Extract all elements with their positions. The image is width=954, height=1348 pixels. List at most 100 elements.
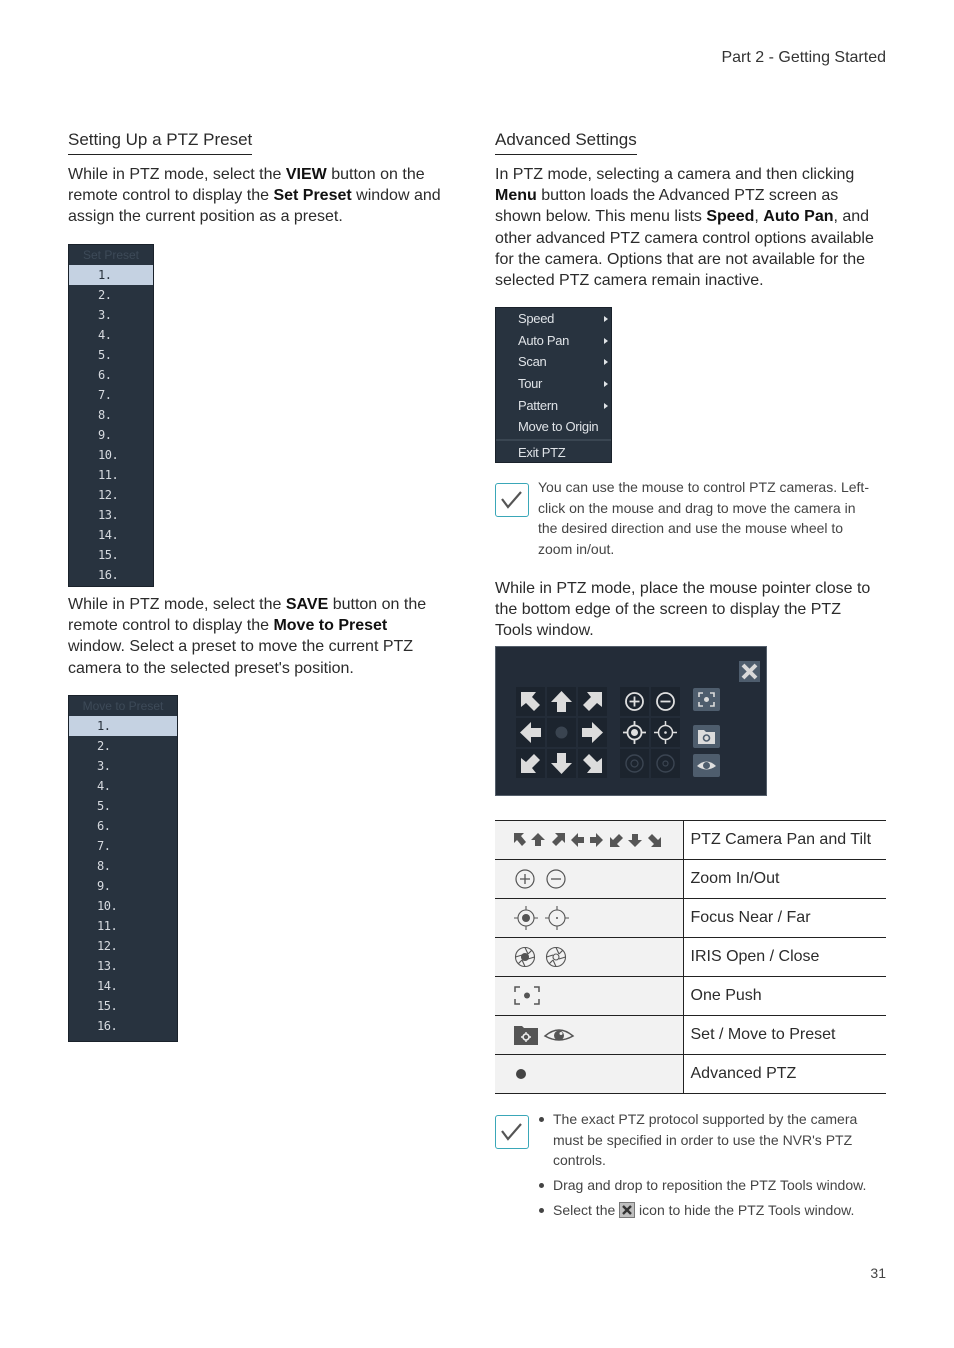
advanced-ptz-dot-icon xyxy=(495,1054,684,1094)
preset-item[interactable]: 7. xyxy=(69,385,153,405)
preset-item[interactable]: 5. xyxy=(69,796,177,816)
table-row: Zoom In/Out xyxy=(495,859,886,899)
legend-label: Zoom In/Out xyxy=(683,859,886,899)
menu-item-speed[interactable]: Speed xyxy=(496,308,611,330)
folder-gear-icon xyxy=(698,730,715,744)
close-icon[interactable] xyxy=(739,661,760,682)
tilt-down-button[interactable] xyxy=(547,749,576,778)
preset-item[interactable]: 3. xyxy=(69,305,153,325)
pan-up-right-button[interactable] xyxy=(578,687,607,716)
pan-left-button[interactable] xyxy=(516,718,545,747)
preset-item[interactable]: 1. xyxy=(69,716,177,736)
menu-item-auto-pan[interactable]: Auto Pan xyxy=(496,330,611,352)
ptz-tools-legend-table: PTZ Camera Pan and Tilt Zoom In/Out Focu… xyxy=(495,820,886,1094)
preset-item[interactable]: 14. xyxy=(69,976,177,996)
pan-tilt-arrows-icons xyxy=(495,820,684,860)
table-row: Set / Move to Preset xyxy=(495,1015,886,1055)
pan-down-left-button[interactable] xyxy=(516,749,545,778)
ptz-notes: The exact PTZ protocol supported by the … xyxy=(537,1109,882,1225)
preset-item[interactable]: 6. xyxy=(69,816,177,836)
iris-close-icon xyxy=(545,946,567,968)
preset-item[interactable]: 4. xyxy=(69,776,177,796)
table-row: IRIS Open / Close xyxy=(495,937,886,977)
preset-item[interactable]: 5. xyxy=(69,345,153,365)
preset-item[interactable]: 15. xyxy=(69,996,177,1016)
tilt-up-button[interactable] xyxy=(547,687,576,716)
zoom-out-button[interactable] xyxy=(651,687,680,716)
arrow-up-right-icon xyxy=(583,692,602,711)
note-bullet: Select the icon to hide the PTZ Tools wi… xyxy=(537,1200,882,1221)
one-push-button[interactable] xyxy=(693,688,720,711)
zoom-in-button[interactable] xyxy=(620,687,649,716)
set-preset-title: Set Preset xyxy=(82,248,140,262)
set-preset-button[interactable] xyxy=(693,725,720,748)
move-preset-paragraph: While in PTZ mode, select the SAVE butto… xyxy=(68,596,427,677)
note-check-icon xyxy=(495,1115,529,1149)
legend-label: PTZ Camera Pan and Tilt xyxy=(683,820,886,860)
preset-item[interactable]: 14. xyxy=(69,525,153,545)
preset-item[interactable]: 10. xyxy=(69,445,153,465)
preset-item[interactable]: 13. xyxy=(69,505,153,525)
pan-up-left-button[interactable] xyxy=(516,687,545,716)
submenu-arrow-icon xyxy=(604,337,608,344)
eye-icon xyxy=(697,761,716,770)
note-bullet: The exact PTZ protocol supported by the … xyxy=(537,1109,882,1171)
preset-item[interactable]: 16. xyxy=(69,1016,177,1036)
menu-item-exit-ptz[interactable]: Exit PTZ xyxy=(496,442,611,464)
preset-item[interactable]: 13. xyxy=(69,956,177,976)
preset-item[interactable]: 8. xyxy=(69,856,177,876)
preset-item[interactable]: 12. xyxy=(69,936,177,956)
legend-label: Advanced PTZ xyxy=(683,1054,886,1094)
ptz-tools-paragraph: While in PTZ mode, place the mouse point… xyxy=(495,580,871,640)
preset-item[interactable]: 2. xyxy=(69,285,153,305)
preset-item[interactable]: 6. xyxy=(69,365,153,385)
submenu-arrow-icon xyxy=(604,316,608,322)
preset-item[interactable]: 3. xyxy=(69,756,177,776)
focus-near-far-icons xyxy=(495,898,684,938)
preset-item[interactable]: 11. xyxy=(69,465,153,485)
iris-open-button[interactable] xyxy=(620,749,649,778)
focus-far-button[interactable] xyxy=(651,718,680,747)
menu-item-move-to-origin[interactable]: Move to Origin xyxy=(496,416,611,438)
preset-item[interactable]: 12. xyxy=(69,485,153,505)
set-move-preset-icons xyxy=(495,1015,684,1055)
advanced-ptz-button[interactable] xyxy=(547,718,576,747)
focus-near-button[interactable] xyxy=(620,718,649,747)
preset-item[interactable]: 7. xyxy=(69,836,177,856)
ptz-tools-window[interactable] xyxy=(495,646,767,796)
zoom-in-out-icons xyxy=(495,859,684,899)
arrow-left-icon xyxy=(520,722,541,743)
preset-item[interactable]: 11. xyxy=(69,916,177,936)
preset-item[interactable]: 10. xyxy=(69,896,177,916)
menu-item-tour[interactable]: Tour xyxy=(496,373,611,395)
arrow-up-left-icon xyxy=(521,692,540,711)
preset-item[interactable]: 4. xyxy=(69,325,153,345)
preset-item[interactable]: 2. xyxy=(69,736,177,756)
move-to-preset-title: Move to Preset xyxy=(82,699,164,713)
pan-right-button[interactable] xyxy=(578,718,607,747)
preset-item[interactable]: 15. xyxy=(69,545,153,565)
submenu-arrow-icon xyxy=(604,359,608,366)
advanced-ptz-menu: Speed Auto Pan Scan Tour Pattern Move to Orig… xyxy=(495,307,612,463)
iris-open-close-icons xyxy=(495,937,684,977)
menu-item-pattern[interactable]: Pattern xyxy=(496,395,611,417)
preset-item[interactable]: 8. xyxy=(69,405,153,425)
submenu-arrow-icon xyxy=(604,402,608,409)
preset-item[interactable]: 9. xyxy=(69,425,153,445)
page-header-section: Part 2 - Getting Started xyxy=(721,49,886,66)
preset-item[interactable]: 9. xyxy=(69,876,177,896)
eye-icon xyxy=(543,1029,575,1041)
one-push-icon xyxy=(698,692,715,707)
iris-close-button[interactable] xyxy=(651,749,680,778)
iris-close-icon xyxy=(656,754,675,773)
pan-down-right-button[interactable] xyxy=(578,749,607,778)
page-number: 31 xyxy=(870,1265,886,1281)
arrow-down-right-icon xyxy=(583,754,602,773)
move-to-preset-button[interactable] xyxy=(693,754,720,777)
note-bullet: Drag and drop to reposition the PTZ Tool… xyxy=(537,1175,882,1196)
preset-item[interactable]: 1. xyxy=(69,265,153,285)
preset-item[interactable]: 16. xyxy=(69,565,153,585)
close-icon xyxy=(619,1202,636,1218)
legend-label: Set / Move to Preset xyxy=(683,1015,886,1055)
menu-item-scan[interactable]: Scan xyxy=(496,351,611,373)
